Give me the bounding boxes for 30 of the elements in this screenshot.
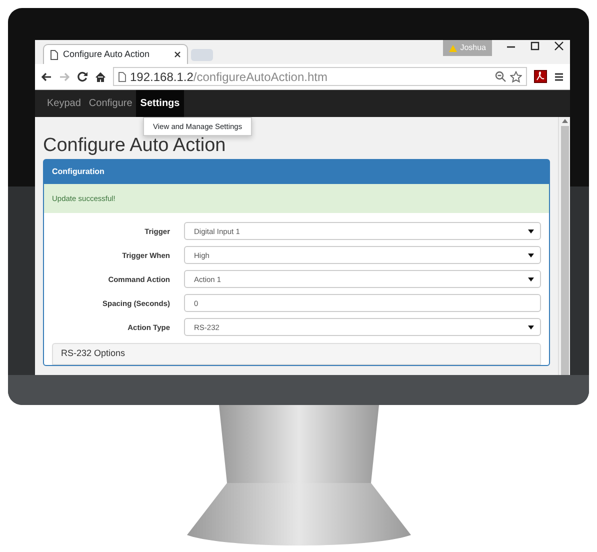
browser-tab[interactable]: Configure Auto Action — [43, 44, 188, 64]
maximize-icon[interactable] — [530, 40, 540, 52]
address-bar[interactable]: 192.168.1.2/configureAutoAction.htm — [113, 67, 527, 86]
scroll-up-icon[interactable] — [562, 119, 568, 123]
pdf-extension-icon[interactable] — [534, 70, 547, 83]
caret-icon — [528, 276, 534, 282]
nav-link[interactable]: Settings — [136, 90, 184, 117]
menu-icon[interactable] — [554, 72, 564, 82]
home-icon[interactable] — [95, 72, 106, 82]
close-icon[interactable] — [174, 51, 181, 58]
page-icon — [118, 72, 126, 82]
warning-icon — [449, 44, 458, 52]
caret-icon — [528, 228, 534, 234]
nav-link[interactable]: Configure — [84, 90, 136, 117]
page-title: Configure Auto Action — [43, 136, 227, 155]
scrollbar[interactable] — [558, 117, 570, 375]
close-icon[interactable] — [554, 40, 564, 52]
panel-heading: Configuration — [44, 160, 549, 184]
star-icon[interactable] — [510, 70, 522, 82]
scrollbar-thumb[interactable] — [560, 126, 568, 375]
reload-icon[interactable] — [77, 71, 88, 82]
subpanel-heading: RS-232 Options — [52, 343, 541, 365]
caret-icon — [528, 324, 534, 330]
forward-arrow-icon — [59, 72, 70, 82]
nav-link[interactable]: Keypad — [43, 90, 85, 117]
back-arrow-icon[interactable] — [41, 72, 52, 82]
url-text: 192.168.1.2/configureAutoAction.htm — [130, 68, 328, 86]
page-icon — [50, 50, 58, 60]
zoom-out-icon[interactable] — [495, 71, 506, 82]
caret-icon — [528, 252, 534, 258]
